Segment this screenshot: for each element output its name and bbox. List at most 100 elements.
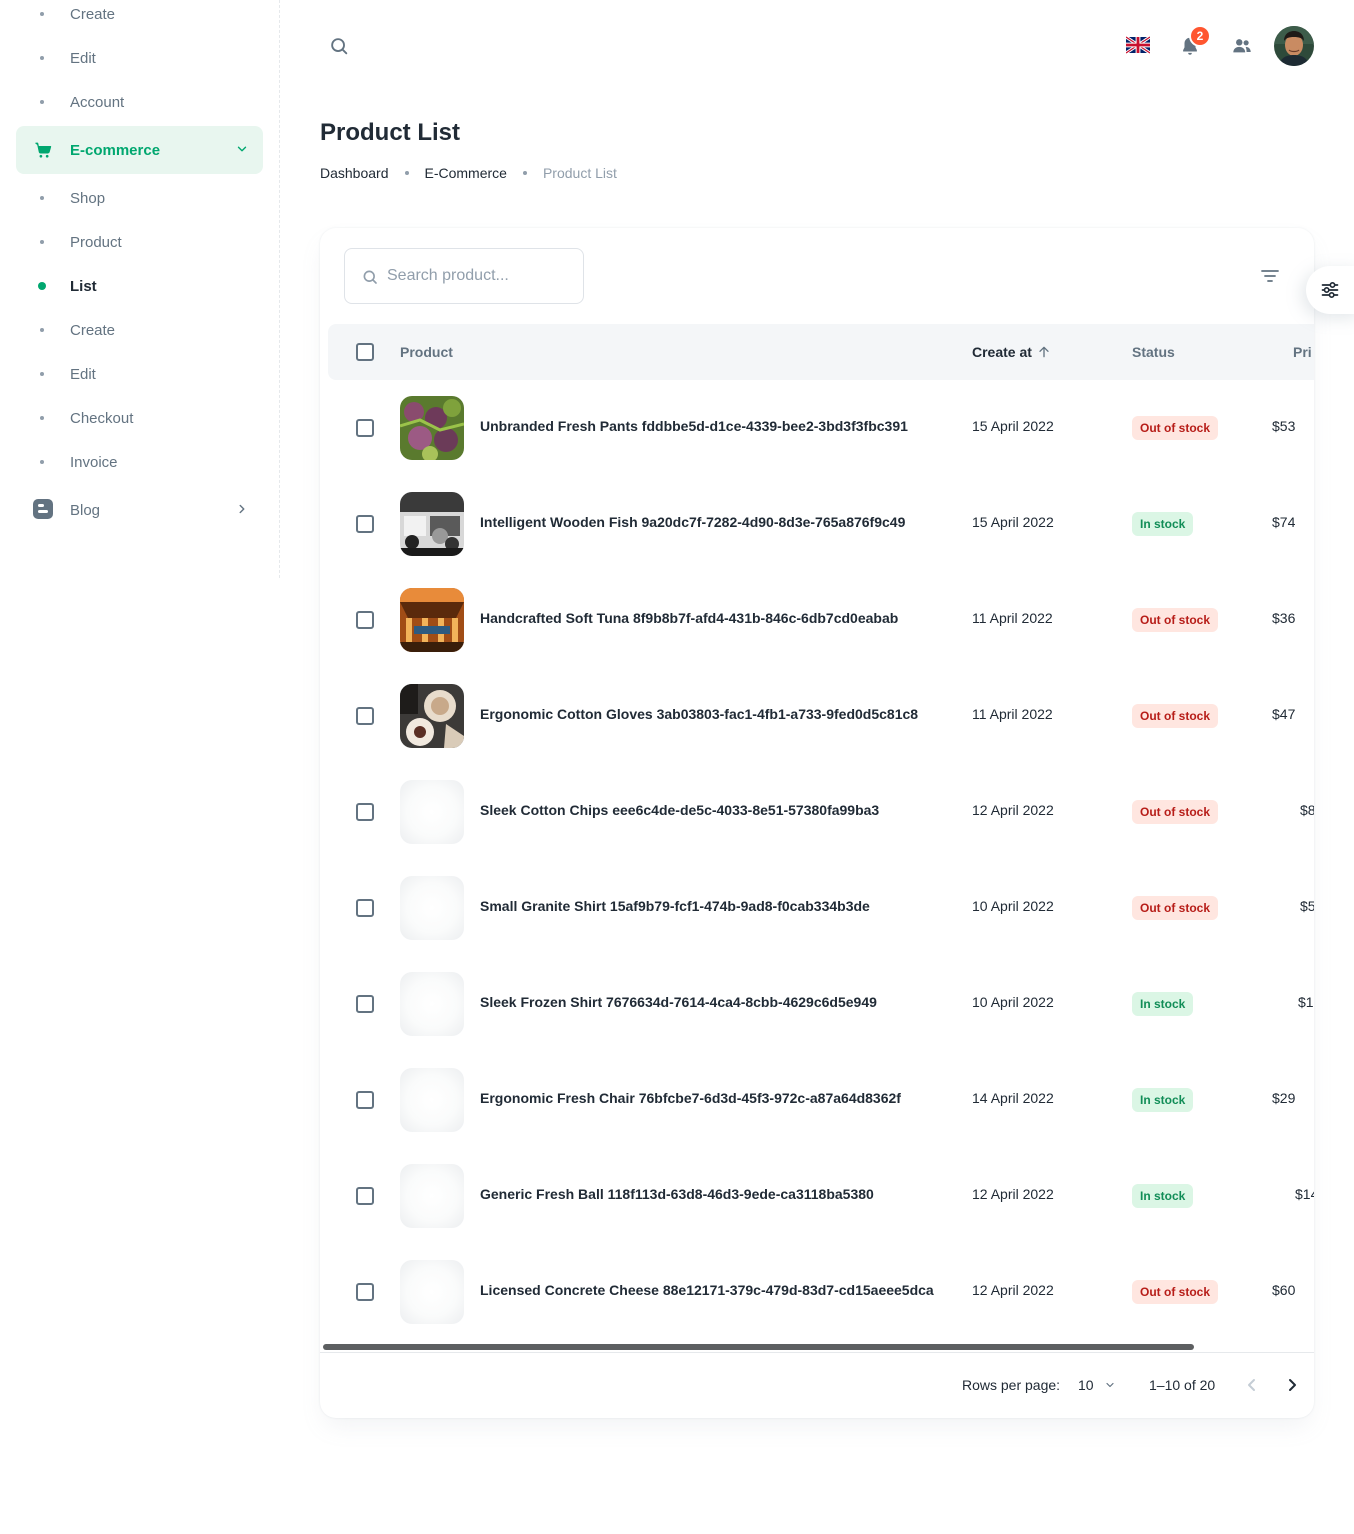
product-name[interactable]: Handcrafted Soft Tuna 8f9b8b7f-afd4-431b…: [480, 610, 898, 626]
column-header-product[interactable]: Product: [400, 344, 453, 360]
bullet-icon: [40, 240, 44, 244]
product-image[interactable]: [400, 684, 464, 748]
product-image[interactable]: [400, 492, 464, 556]
breadcrumb-dashboard[interactable]: Dashboard: [320, 165, 389, 181]
sidebar-group-ecommerce[interactable]: E-commerce: [16, 126, 263, 174]
table-row[interactable]: Generic Fresh Ball 118f113d-63d8-46d3-9e…: [320, 1148, 1314, 1244]
status-badge: Out of stock: [1132, 416, 1219, 440]
bullet-icon: [40, 12, 44, 16]
sidebar-item-product[interactable]: Product: [16, 220, 263, 264]
row-checkbox[interactable]: [356, 995, 374, 1013]
bullet-icon: [40, 56, 44, 60]
row-checkbox[interactable]: [356, 707, 374, 725]
status-badge: Out of stock: [1132, 800, 1219, 824]
sidebar-item-checkout[interactable]: Checkout: [16, 396, 263, 440]
product-name[interactable]: Intelligent Wooden Fish 9a20dc7f-7282-4d…: [480, 514, 905, 530]
price: $47: [1272, 706, 1296, 722]
create-date: 14 April 2022: [972, 1090, 1054, 1106]
product-image[interactable]: [400, 396, 464, 460]
sidebar-item-list[interactable]: List: [16, 264, 263, 308]
row-checkbox[interactable]: [356, 1283, 374, 1301]
chevron-down-icon: [1105, 1382, 1114, 1388]
sidebar-item-label: Create: [70, 321, 116, 339]
select-all-checkbox[interactable]: [356, 343, 374, 361]
sidebar-item-label: Checkout: [70, 409, 134, 427]
sidebar-item-edit[interactable]: Edit: [16, 352, 263, 396]
product-name[interactable]: Ergonomic Cotton Gloves 3ab03803-fac1-4f…: [480, 706, 918, 722]
table-row[interactable]: Licensed Concrete Cheese 88e12171-379c-4…: [320, 1244, 1314, 1340]
sidebar: Create Edit Account E-commerce Shop Prod…: [0, 0, 280, 578]
price: $53: [1272, 418, 1296, 434]
status-badge: In stock: [1132, 1184, 1194, 1208]
product-search[interactable]: [344, 248, 584, 304]
product-table-card: Product Create at Status Pri Unbranded F…: [320, 228, 1314, 1418]
product-image-placeholder[interactable]: [400, 972, 464, 1036]
product-image-placeholder[interactable]: [400, 1068, 464, 1132]
avatar[interactable]: [1274, 26, 1314, 66]
product-image-placeholder[interactable]: [400, 1164, 464, 1228]
chevron-left-icon: [1248, 1379, 1255, 1391]
product-name[interactable]: Small Granite Shirt 15af9b79-fcf1-474b-9…: [480, 898, 870, 914]
table-row[interactable]: Small Granite Shirt 15af9b79-fcf1-474b-9…: [320, 860, 1314, 956]
search-icon: [363, 270, 377, 284]
contacts-icon[interactable]: [1231, 35, 1253, 57]
create-date: 12 April 2022: [972, 1282, 1054, 1298]
column-header-status[interactable]: Status: [1132, 344, 1175, 360]
filter-icon[interactable]: [1258, 264, 1282, 288]
next-page-button[interactable]: [1280, 1373, 1304, 1397]
product-name[interactable]: Sleek Cotton Chips eee6c4de-de5c-4033-8e…: [480, 802, 879, 818]
price: $8: [1300, 802, 1314, 818]
table-row[interactable]: Handcrafted Soft Tuna 8f9b8b7f-afd4-431b…: [320, 572, 1314, 668]
column-header-create-at[interactable]: Create at: [972, 344, 1052, 360]
table-row[interactable]: Intelligent Wooden Fish 9a20dc7f-7282-4d…: [320, 476, 1314, 572]
bullet-icon: [40, 372, 44, 376]
sidebar-item-account[interactable]: Account: [16, 80, 263, 124]
breadcrumb-ecommerce[interactable]: E-Commerce: [425, 165, 507, 181]
product-image-placeholder[interactable]: [400, 1260, 464, 1324]
row-checkbox[interactable]: [356, 611, 374, 629]
table-row[interactable]: Ergonomic Fresh Chair 76bfcbe7-6d3d-45f3…: [320, 1052, 1314, 1148]
product-name[interactable]: Ergonomic Fresh Chair 76bfcbe7-6d3d-45f3…: [480, 1090, 901, 1106]
row-checkbox[interactable]: [356, 803, 374, 821]
create-date: 10 April 2022: [972, 898, 1054, 914]
table-row[interactable]: Sleek Cotton Chips eee6c4de-de5c-4033-8e…: [320, 764, 1314, 860]
sidebar-item-create[interactable]: Create: [16, 308, 263, 352]
sidebar-item-shop[interactable]: Shop: [16, 176, 263, 220]
create-date: 10 April 2022: [972, 994, 1054, 1010]
sidebar-item-create-user[interactable]: Create: [16, 0, 263, 36]
product-image-placeholder[interactable]: [400, 780, 464, 844]
sidebar-item-label: Edit: [70, 49, 96, 67]
search-icon[interactable]: [328, 35, 350, 57]
table-row[interactable]: Unbranded Fresh Pants fddbbe5d-d1ce-4339…: [320, 380, 1314, 476]
bullet-icon: [40, 100, 44, 104]
sidebar-group-label: Blog: [70, 501, 101, 519]
row-checkbox[interactable]: [356, 899, 374, 917]
row-checkbox[interactable]: [356, 1091, 374, 1109]
row-checkbox[interactable]: [356, 515, 374, 533]
table-header: Product Create at Status Pri: [328, 324, 1314, 380]
product-name[interactable]: Licensed Concrete Cheese 88e12171-379c-4…: [480, 1282, 934, 1298]
sidebar-group-blog[interactable]: Blog: [16, 486, 263, 534]
table-row[interactable]: Sleek Frozen Shirt 7676634d-7614-4ca4-8c…: [320, 956, 1314, 1052]
row-checkbox[interactable]: [356, 419, 374, 437]
uk-flag-icon[interactable]: [1125, 35, 1151, 55]
product-image[interactable]: [400, 588, 464, 652]
sidebar-item-edit-user[interactable]: Edit: [16, 36, 263, 80]
sidebar-item-label: Account: [70, 93, 125, 111]
previous-page-button[interactable]: [1240, 1373, 1264, 1397]
pagination-range: 1–10 of 20: [1149, 1377, 1216, 1393]
table-row[interactable]: Ergonomic Cotton Gloves 3ab03803-fac1-4f…: [320, 668, 1314, 764]
row-checkbox[interactable]: [356, 1187, 374, 1205]
column-header-price[interactable]: Pri: [1293, 344, 1312, 360]
search-input[interactable]: [387, 249, 577, 303]
product-image-placeholder[interactable]: [400, 876, 464, 940]
product-name[interactable]: Generic Fresh Ball 118f113d-63d8-46d3-9e…: [480, 1186, 874, 1202]
product-name[interactable]: Unbranded Fresh Pants fddbbe5d-d1ce-4339…: [480, 418, 908, 434]
sidebar-item-invoice[interactable]: Invoice: [16, 440, 263, 484]
settings-drawer-button[interactable]: [1306, 266, 1354, 314]
product-name[interactable]: Sleek Frozen Shirt 7676634d-7614-4ca4-8c…: [480, 994, 877, 1010]
horizontal-scrollbar[interactable]: [323, 1344, 1194, 1350]
rows-per-page-select[interactable]: 10: [1078, 1377, 1116, 1393]
create-date: 12 April 2022: [972, 802, 1054, 818]
settings-sliders-icon: [1321, 282, 1339, 298]
